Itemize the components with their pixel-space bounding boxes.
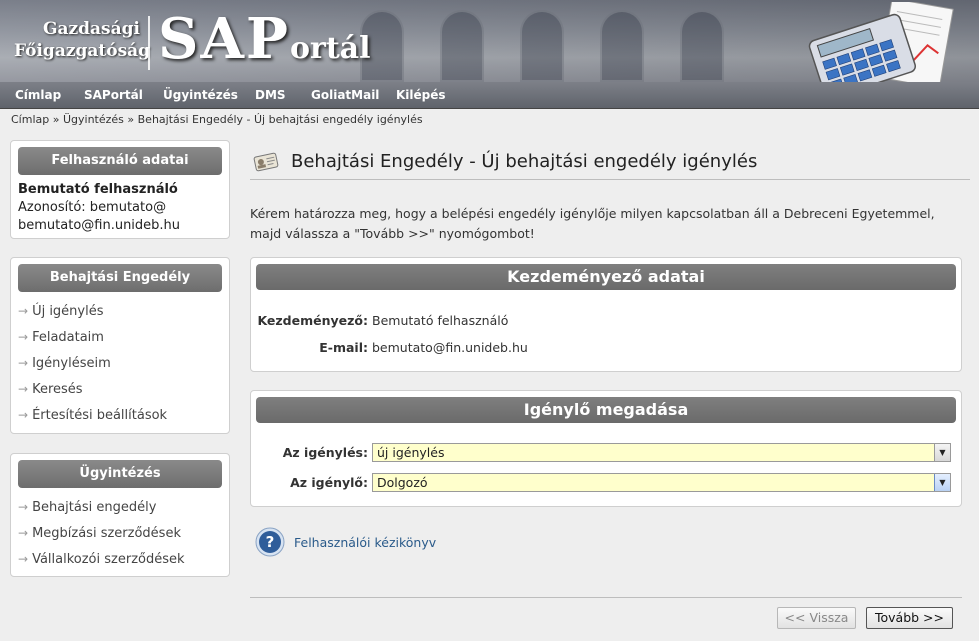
nav-item-kilepes[interactable]: Kilépés [396, 88, 446, 102]
initiator-box: Kezdeményező adatai Kezdeményező: Bemuta… [250, 257, 962, 372]
banner-window [600, 10, 644, 82]
admin-menu-list: → Behajtási engedély → Megbízási szerződés… [11, 494, 229, 572]
banner-window [520, 10, 564, 82]
applicant-type-select[interactable]: Dolgozó ▼ [372, 473, 951, 492]
intro-text: Kérem határozza meg, hogy a belépési eng… [250, 204, 965, 244]
next-button[interactable]: Tovább >> [866, 607, 953, 629]
svg-text:?: ? [266, 533, 275, 551]
org-name-line2: Főigazgatóság [14, 41, 151, 61]
user-id: Azonosító: bemutato@ [18, 200, 167, 215]
email-value: bemutato@fin.unideb.hu [372, 340, 528, 355]
org-name-line1: Gazdasági [42, 19, 140, 39]
sidebar-item-driving-permit[interactable]: → Behajtási engedély [11, 494, 229, 520]
email-row: E-mail: bemutato@fin.unideb.hu [251, 338, 963, 358]
nav-item-dms[interactable]: DMS [255, 88, 286, 102]
arrow-right-icon: → [18, 500, 29, 514]
chevron-down-icon[interactable]: ▼ [934, 444, 950, 461]
initiator-label: Kezdeményező: [257, 313, 368, 328]
request-type-value: új igénylés [377, 445, 445, 460]
applicant-type-row: Az igénylő: Dolgozó ▼ [251, 473, 963, 493]
banner-window [680, 10, 724, 82]
sidebar-item-label: Megbízási szerződések [32, 526, 181, 541]
title-divider [250, 179, 970, 180]
initiator-row: Kezdeményező: Bemutató felhasználó [251, 311, 963, 331]
initiator-value: Bemutató felhasználó [372, 313, 509, 328]
sidebar-item-label: Új igénylés [32, 304, 104, 319]
request-type-label: Az igénylés: [282, 445, 368, 460]
user-info-title: Felhasználó adatai [18, 147, 222, 175]
bottom-divider [250, 597, 962, 598]
sidebar-item-my-tasks[interactable]: → Feladataim [11, 324, 229, 350]
id-card-icon [253, 152, 279, 172]
arrow-right-icon: → [18, 304, 29, 318]
sidebar-item-label: Keresés [32, 382, 83, 397]
breadcrumb-item-cimlap[interactable]: Címlap [11, 113, 49, 126]
nav-item-saportal[interactable]: SAPortál [84, 88, 143, 102]
page-title: Behajtási Engedély - Új behajtási engedé… [291, 151, 758, 172]
initiator-box-title: Kezdeményező adatai [256, 264, 956, 290]
sidebar-item-label: Értesítési beállítások [32, 408, 168, 423]
calculator-icon [808, 2, 954, 82]
arrow-right-icon: → [18, 408, 29, 422]
applicant-box-title: Igénylő megadása [256, 397, 956, 423]
sidebar-item-notification-settings[interactable]: → Értesítési beállítások [11, 402, 229, 428]
sidebar-item-my-requests[interactable]: → Igényléseim [11, 350, 229, 376]
permit-menu-list: → Új igénylés → Feladataim → Igényléseim → K… [11, 298, 229, 428]
user-manual-link[interactable]: Felhasználói kézikönyv [294, 535, 436, 550]
admin-menu-title: Ügyintézés [18, 460, 222, 488]
user-info-box: Felhasználó adatai Bemutató felhasználó … [10, 140, 230, 239]
nav-item-goliatmail[interactable]: GoliatMail [311, 88, 379, 102]
applicant-box: Igénylő megadása Az igénylés: új igénylé… [250, 390, 962, 507]
breadcrumb-separator: » [127, 113, 135, 126]
sidebar-item-search[interactable]: → Keresés [11, 376, 229, 402]
user-name: Bemutató felhasználó [18, 182, 178, 197]
user-email: bemutato@fin.unideb.hu [18, 218, 181, 233]
sidebar-item-label: Vállalkozói szerződések [32, 552, 185, 567]
email-label: E-mail: [319, 340, 368, 355]
arrow-right-icon: → [18, 382, 29, 396]
nav-item-ugyintezes[interactable]: Ügyintézés [163, 88, 238, 102]
help-icon[interactable]: ? [255, 527, 285, 557]
sidebar-item-label: Feladataim [32, 330, 104, 345]
arrow-right-icon: → [18, 356, 29, 370]
request-type-select[interactable]: új igénylés ▼ [372, 443, 951, 462]
saportal-logo: SAPortál [158, 6, 371, 72]
org-name: Gazdasági Főigazgatóság [14, 18, 151, 62]
header-banner: Gazdasági Főigazgatóság SAPortál [0, 0, 979, 82]
applicant-type-label: Az igénylő: [290, 475, 368, 490]
arrow-right-icon: → [18, 330, 29, 344]
banner-window [440, 10, 484, 82]
sidebar-item-new-request[interactable]: → Új igénylés [11, 298, 229, 324]
breadcrumb: Címlap » Ügyintézés » Behajtási Engedély… [11, 113, 423, 126]
permit-menu-title: Behajtási Engedély [18, 264, 222, 292]
sidebar-item-contractor-contracts[interactable]: → Vállalkozói szerződések [11, 546, 229, 572]
breadcrumb-item-ugyintezes[interactable]: Ügyintézés [63, 113, 124, 126]
logo-separator [148, 16, 150, 70]
nav-item-cimlap[interactable]: Címlap [15, 88, 61, 102]
chevron-down-icon[interactable]: ▼ [934, 474, 950, 491]
admin-menu-box: Ügyintézés → Behajtási engedély → Megbízás… [10, 453, 230, 577]
sidebar-item-mandate-contracts[interactable]: → Megbízási szerződések [11, 520, 229, 546]
back-button[interactable]: << Vissza [777, 607, 856, 629]
permit-menu-box: Behajtási Engedély → Új igénylés → Feladat… [10, 257, 230, 434]
intro-line-1: Kérem határozza meg, hogy a belépési eng… [250, 206, 935, 221]
applicant-type-value: Dolgozó [377, 475, 428, 490]
sidebar-item-label: Behajtási engedély [32, 500, 157, 515]
intro-line-2: majd válassza a "Tovább >>" nyomógombot! [250, 226, 535, 241]
arrow-right-icon: → [18, 552, 29, 566]
sidebar-item-label: Igényléseim [32, 356, 111, 371]
logo-portal-text: ortál [290, 31, 371, 66]
logo-sap-text: SAP [158, 6, 290, 72]
arrow-right-icon: → [18, 526, 29, 540]
breadcrumb-item-current: Behajtási Engedély - Új behajtási engedé… [137, 113, 423, 126]
request-type-row: Az igénylés: új igénylés ▼ [251, 443, 963, 463]
breadcrumb-separator: » [52, 113, 60, 126]
top-navigation: Címlap SAPortál Ügyintézés DMS GoliatMai… [0, 82, 979, 109]
